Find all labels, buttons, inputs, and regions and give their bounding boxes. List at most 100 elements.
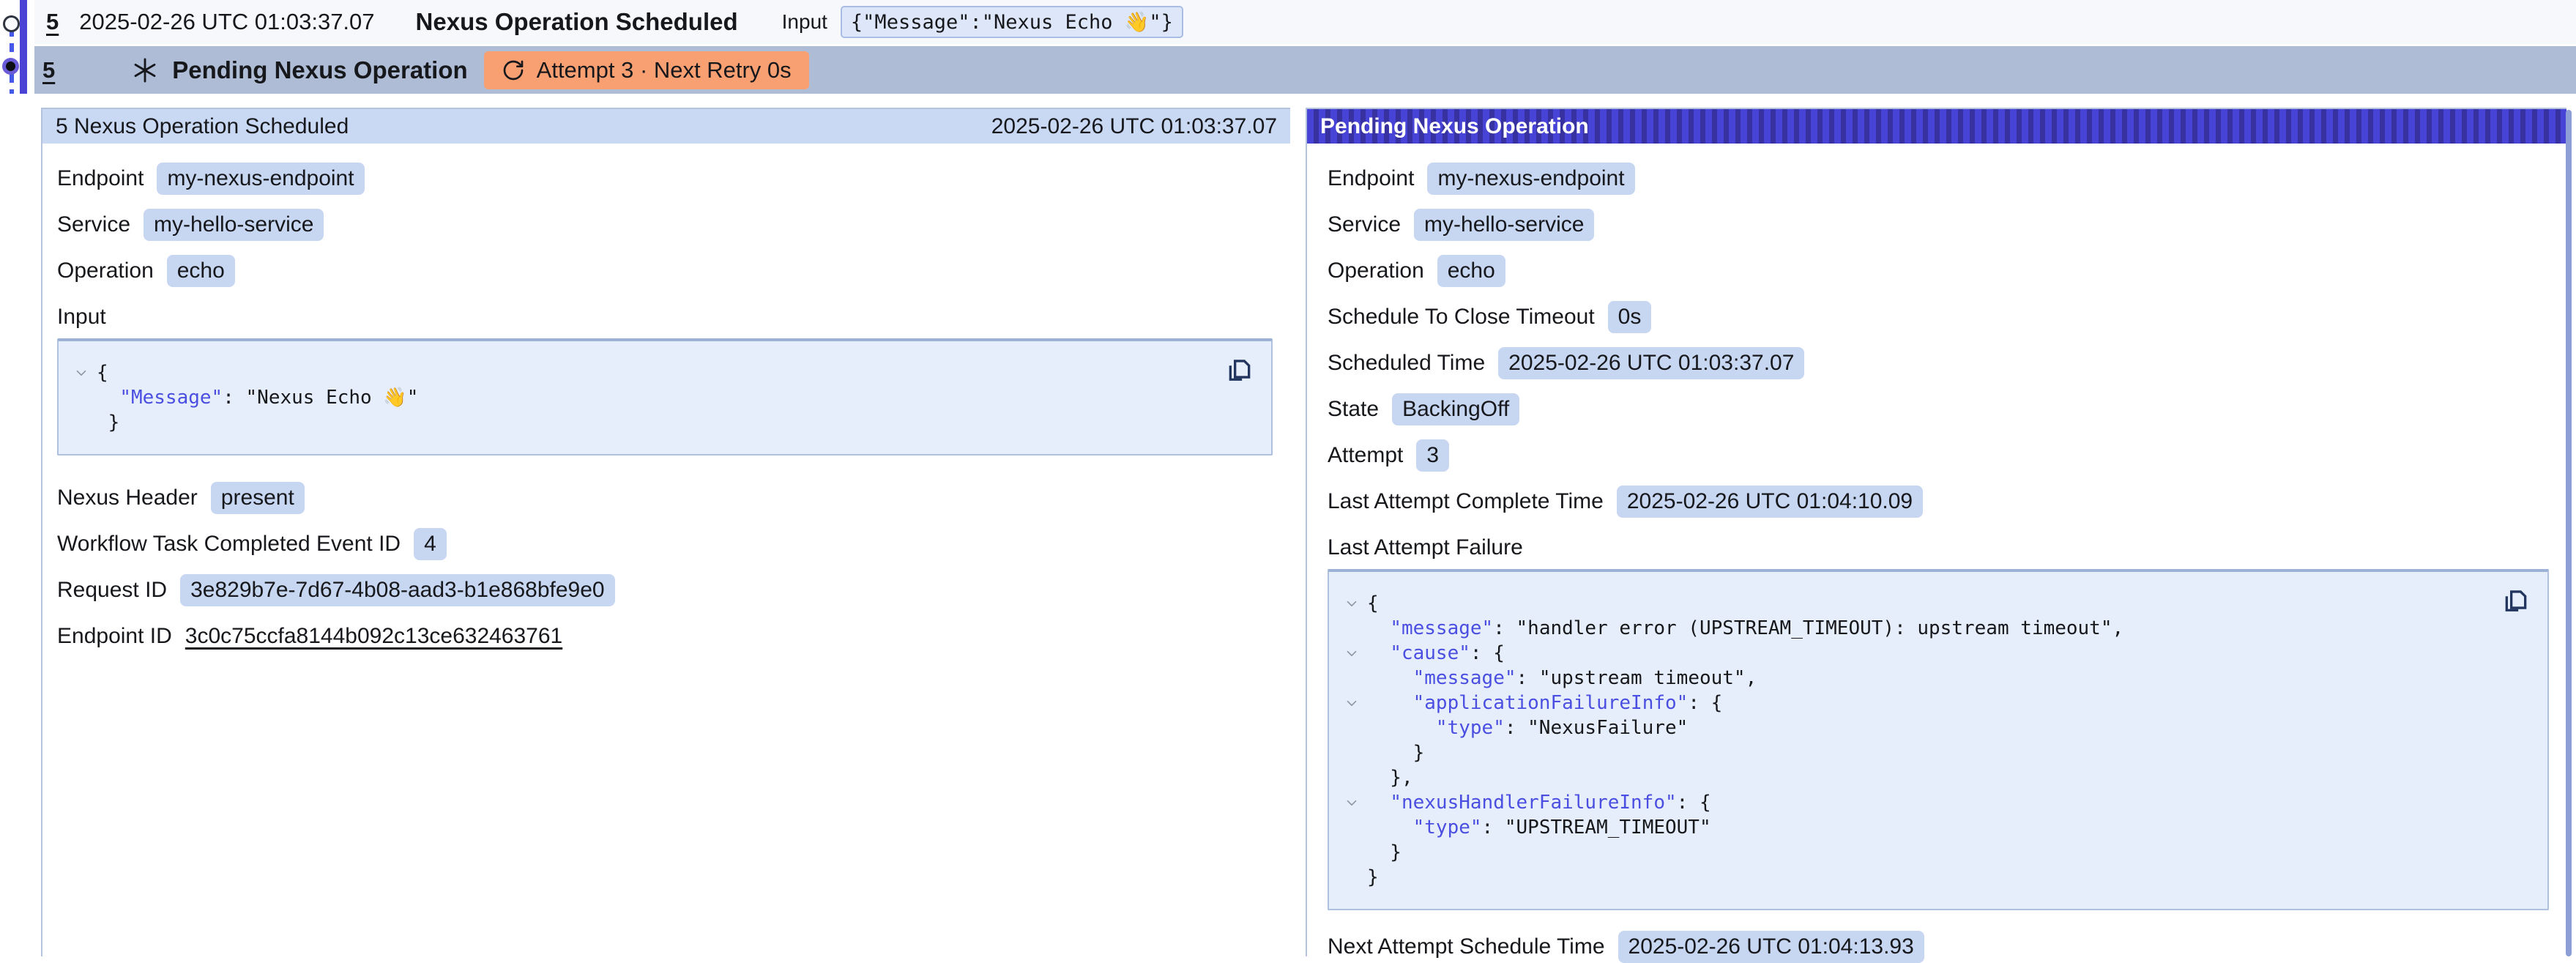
field-value-chip: 2025-02-26 UTC 01:03:37.07: [1498, 347, 1804, 379]
field-label: Scheduled Time: [1328, 351, 1485, 376]
event-input-preview-chip: {"Message":"Nexus Echo 👋"}: [841, 6, 1183, 38]
timeline-selection-bar: [20, 0, 27, 94]
event-id-link[interactable]: 5: [42, 57, 55, 83]
collapse-chevron-icon[interactable]: [1336, 591, 1367, 616]
collapse-chevron-icon[interactable]: [1336, 641, 1367, 666]
field-label: Service: [57, 212, 130, 237]
timeline-node-open-icon: [3, 15, 20, 32]
field-label: Request ID: [57, 578, 167, 603]
json-line: "message": "upstream timeout",: [1336, 666, 2482, 691]
panel-header-pending-striped: Pending Nexus Operation: [1307, 109, 2566, 144]
json-line-text: }: [97, 410, 119, 435]
field-label: Attempt: [1328, 443, 1403, 468]
pending-asterisk-icon: [131, 56, 159, 84]
json-line-text: "applicationFailureInfo": {: [1367, 691, 1722, 715]
json-line: "applicationFailureInfo": {: [1336, 691, 2482, 715]
field-label: Next Attempt Schedule Time: [1328, 934, 1605, 959]
event-timestamp: 2025-02-26 UTC 01:03:37.07: [79, 9, 374, 35]
field-row: Scheduled Time 2025-02-26 UTC 01:03:37.07: [1328, 347, 2549, 379]
json-lines: { "message": "handler error (UPSTREAM_TI…: [1336, 591, 2482, 890]
json-line-text: "Message": "Nexus Echo 👋": [97, 385, 418, 410]
field-value-chip: my-nexus-endpoint: [157, 163, 364, 195]
json-lines: { "Message": "Nexus Echo 👋" }: [66, 360, 1205, 435]
collapse-chevron-icon[interactable]: [66, 360, 97, 385]
field-value-chip: echo: [167, 255, 235, 287]
json-line-text: "nexusHandlerFailureInfo": {: [1367, 790, 1711, 815]
panel-title: 5 Nexus Operation Scheduled: [56, 114, 349, 139]
field-label: State: [1328, 397, 1379, 422]
json-line-text: {: [1367, 591, 1379, 616]
json-line-text: "type": "NexusFailure": [1367, 715, 1688, 740]
field-value-chip: my-hello-service: [144, 209, 324, 241]
input-json-viewer: { "Message": "Nexus Echo 👋" }: [57, 338, 1273, 456]
panel-nexus-operation-scheduled: 5 Nexus Operation Scheduled 2025-02-26 U…: [41, 108, 1290, 956]
timeline-node-current-icon: [2, 58, 19, 75]
panel-body: Endpointmy-nexus-endpoint Service my-hello…: [42, 144, 1290, 652]
copy-icon[interactable]: [1226, 353, 1255, 385]
field-group: Endpointmy-nexus-endpoint Service my-hello…: [57, 163, 1273, 287]
field-label: Nexus Header: [57, 486, 198, 510]
field-row: Endpointmy-nexus-endpoint: [57, 163, 1273, 195]
field-label: Operation: [1328, 259, 1424, 283]
last-attempt-failure-json-viewer: { "message": "handler error (UPSTREAM_TI…: [1328, 569, 2549, 910]
json-line: {: [1336, 591, 2482, 616]
event-row-pending-nexus-operation[interactable]: 5 Pending Nexus Operation Attempt 3 · Ne…: [34, 46, 2576, 94]
field-value-chip: 2025-02-26 UTC 01:04:13.93: [1618, 931, 1924, 963]
panel-body: Endpointmy-nexus-endpoint Servicemy-hello…: [1307, 144, 2566, 963]
json-line: }: [1336, 840, 2482, 865]
field-row: Attempt 3: [1328, 439, 2549, 472]
copy-icon[interactable]: [2502, 584, 2531, 616]
field-row: Schedule To Close Timeout0s: [1328, 301, 2549, 333]
panel-pending-nexus-operation: Pending Nexus Operation Endpointmy-nexus…: [1306, 108, 2566, 956]
field-group: Next Attempt Schedule Time 2025-02-26 UTC…: [1328, 931, 2549, 963]
json-line-text: "type": "UPSTREAM_TIMEOUT": [1367, 815, 1711, 840]
field-value-chip: 3: [1416, 439, 1449, 472]
field-row: Service my-hello-service: [57, 209, 1273, 241]
json-line: "message": "handler error (UPSTREAM_TIME…: [1336, 616, 2482, 641]
field-row: Servicemy-hello-service: [1328, 209, 2549, 241]
vertical-scrollbar[interactable]: [2566, 110, 2572, 956]
json-line-text: }: [1367, 840, 1401, 865]
field-value-chip: 2025-02-26 UTC 01:04:10.09: [1617, 486, 1923, 518]
event-row-nexus-operation-scheduled[interactable]: 5 2025-02-26 UTC 01:03:37.07 Nexus Opera…: [34, 0, 2576, 44]
field-group: Nexus Header present Workflow Task Complet…: [57, 482, 1273, 652]
json-line: }: [1336, 740, 2482, 765]
json-line: "Message": "Nexus Echo 👋": [66, 385, 1205, 410]
panel-timestamp: 2025-02-26 UTC 01:03:37.07: [991, 114, 1277, 139]
field-label: Endpoint: [1328, 166, 1414, 191]
collapse-chevron-icon[interactable]: [1336, 790, 1367, 815]
json-line: {: [66, 360, 1205, 385]
field-row: Workflow Task Completed Event ID 4: [57, 528, 1273, 560]
json-line: "nexusHandlerFailureInfo": {: [1336, 790, 2482, 815]
chevron-spacer: [1336, 865, 1367, 890]
panel-title: Pending Nexus Operation: [1320, 114, 1589, 139]
chevron-spacer: [1336, 715, 1367, 740]
collapse-chevron-icon[interactable]: [1336, 691, 1367, 715]
field-row: Last Attempt Complete Time 2025-02-26 UTC…: [1328, 486, 2549, 518]
code-section-label: Input: [57, 305, 1273, 330]
json-line: "cause": {: [1336, 641, 2482, 666]
field-label: Operation: [57, 259, 154, 283]
field-value-chip: 4: [414, 528, 447, 560]
json-line-text: }: [1367, 740, 1424, 765]
field-value-chip: present: [211, 482, 305, 514]
json-line-text: "message": "handler error (UPSTREAM_TIME…: [1367, 616, 2123, 641]
field-label: Schedule To Close Timeout: [1328, 305, 1595, 330]
json-line-text: {: [97, 360, 108, 385]
workflow-event-history-screen: 5 2025-02-26 UTC 01:03:37.07 Nexus Opera…: [0, 0, 2576, 956]
field-label: Endpoint ID: [57, 624, 172, 649]
event-title: Nexus Operation Scheduled: [416, 8, 738, 36]
field-row: Endpointmy-nexus-endpoint: [1328, 163, 2549, 195]
field-row: Endpoint ID 3c0c75ccfa8144b092c13ce632463…: [57, 620, 1273, 652]
field-value-chip: BackingOff: [1392, 393, 1519, 425]
field-row: State BackingOff: [1328, 393, 2549, 425]
field-value-link[interactable]: 3c0c75ccfa8144b092c13ce632463761: [185, 624, 562, 649]
field-row: Request ID3e829b7e-7d67-4b08-aad3-b1e868…: [57, 574, 1273, 606]
field-label: Workflow Task Completed Event ID: [57, 532, 401, 557]
field-row: Operationecho: [1328, 255, 2549, 287]
field-label: Last Attempt Complete Time: [1328, 489, 1604, 514]
chevron-spacer: [1336, 815, 1367, 840]
event-id-link[interactable]: 5: [46, 9, 59, 35]
field-row: Next Attempt Schedule Time 2025-02-26 UTC…: [1328, 931, 2549, 963]
attempt-retry-badge: Attempt 3 · Next Retry 0s: [484, 51, 809, 89]
